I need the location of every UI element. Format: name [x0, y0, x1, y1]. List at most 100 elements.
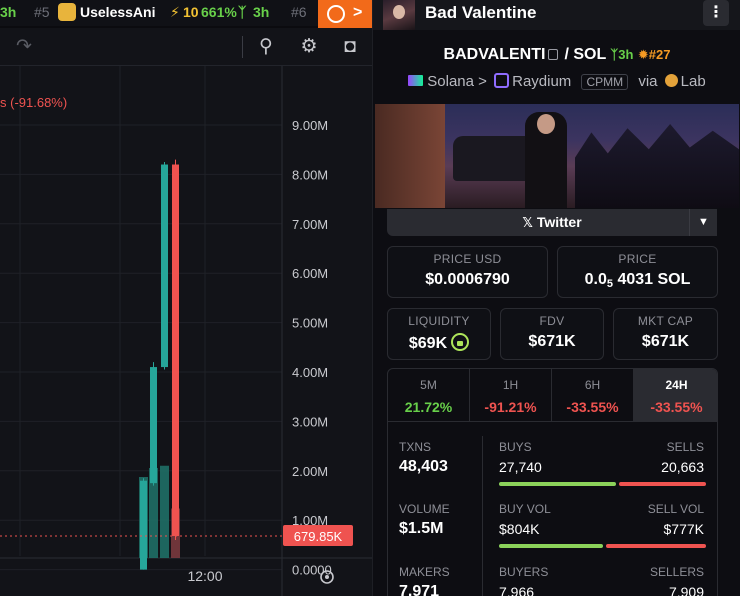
token-logo-icon [58, 3, 76, 21]
sells-bar [619, 482, 706, 486]
timeframe-tabs: 5M 21.72% 1H -91.21% 6H -33.55% 24H -33.… [387, 368, 718, 422]
dex-name[interactable]: Raydium [512, 73, 571, 90]
txns-value: 48,403 [399, 458, 448, 475]
candle-body [172, 164, 179, 537]
mcap-label: MKT CAP [637, 314, 694, 328]
y-tick-label: 2.00M [292, 464, 328, 479]
twitter-link-button[interactable]: 𝕏 Twitter [387, 209, 717, 236]
volume-bar [160, 465, 169, 558]
chart-legend-change: s (-91.68%) [0, 95, 68, 110]
sell-vol-bar [606, 544, 706, 548]
last-price-label: 679.85K [294, 529, 343, 544]
ticker-prev-age: 3h [0, 4, 17, 20]
y-tick-label: 7.00M [292, 217, 328, 232]
y-tick-label: 8.00M [292, 167, 328, 182]
via-label: via [638, 73, 658, 90]
redo-icon[interactable]: ↷ [12, 36, 36, 58]
fire-icon [327, 5, 345, 23]
candle-body [161, 164, 168, 368]
buy-vol-label: BUY VOL [499, 502, 551, 516]
y-tick-label: 4.00M [292, 365, 328, 380]
fire-icon: ✹ [637, 47, 649, 62]
makers-value: 7,971 [399, 583, 440, 596]
raydium-icon [494, 73, 510, 88]
buy-vol-bar [499, 544, 603, 548]
copy-icon[interactable] [548, 49, 559, 60]
volume-label: VOLUME [399, 502, 450, 516]
trade-stats: TXNS 48,403 BUYS 27,740 SELLS 20,663 VOL… [387, 422, 718, 596]
toolbar-divider [242, 36, 243, 58]
liquidity-value: $69K [388, 333, 490, 353]
lab-icon [664, 74, 678, 87]
ticker-next-rank: #6 [291, 4, 307, 20]
volume-value: $1.5M [399, 520, 444, 537]
more-menu-button[interactable]: ⋮ [703, 0, 729, 26]
candle-body [140, 480, 147, 570]
sell-vol-label: SELL VOL [647, 502, 704, 516]
settings-gear-icon[interactable]: ⚙ [297, 36, 321, 58]
ticker-token-name[interactable]: UselessAni [80, 4, 155, 20]
banner-barn [375, 104, 445, 208]
socials-dropdown-button[interactable]: ▼ [689, 209, 717, 236]
sellers-value: 7,909 [668, 584, 704, 596]
chevron-right-icon: > [353, 4, 363, 21]
chevron-down-icon: ▼ [698, 216, 709, 228]
trending-fire-button[interactable]: > [318, 0, 372, 29]
lightning-icon: ⚡ [170, 4, 180, 20]
mcap-value: $671K [641, 333, 690, 350]
sell-vol-value: $777K [663, 521, 704, 537]
price-chart[interactable]: ↷ ⚲ ⚙ ◘ 9.00M 8.00M 7.00M 6.00M 5.00M 4.00M 3.… [0, 28, 372, 596]
ticker-age: 3h [253, 4, 270, 20]
trending-ticker: 3h #5 UselessAni ⚡ 10 661% ᛉ 3h #6 [0, 0, 372, 26]
tab-6h[interactable]: 6H -33.55% [552, 369, 634, 421]
camera-icon[interactable]: ◘ [338, 36, 362, 58]
tab-24h[interactable]: 24H -33.55% [634, 369, 717, 421]
chevron-right-icon: > [478, 73, 487, 90]
quote-symbol: SOL [573, 46, 606, 63]
stats-divider [482, 436, 483, 596]
fdv-label: FDV [539, 314, 565, 328]
sprout-icon: ᛉ [238, 4, 247, 20]
buys-value: 27,740 [499, 459, 542, 475]
sells-value: 20,663 [661, 459, 704, 475]
y-tick-label: 9.00M [292, 118, 328, 133]
buyers-value: 7,966 [499, 584, 535, 596]
tab-1h[interactable]: 1H -91.21% [470, 369, 552, 421]
price-usd-box: PRICE USD $0.0006790 [387, 246, 548, 298]
pair-age: 3h [618, 47, 634, 62]
buys-label: BUYS [499, 440, 532, 454]
price-usd-label: PRICE USD [433, 252, 502, 266]
mcap-box: MKT CAP $671K [613, 308, 718, 360]
x-tick-label: 12:00 [187, 568, 222, 584]
price-sol-label: PRICE [618, 252, 657, 266]
tab-5m[interactable]: 5M 21.72% [388, 369, 470, 421]
chain-line: Solana > Raydium CPMM via Lab [373, 73, 740, 90]
pair-rank: #27 [648, 47, 671, 62]
price-usd-value: $0.0006790 [425, 271, 510, 288]
ticker-change: 661% [201, 4, 237, 20]
candle-body [150, 367, 157, 484]
token-title: Bad Valentine [425, 3, 537, 22]
pair-separator: / [564, 46, 569, 63]
token-banner-image [375, 104, 739, 208]
candlestick-plot[interactable]: 9.00M 8.00M 7.00M 6.00M 5.00M 4.00M 3.00M 2.00M… [0, 66, 372, 596]
indicator-icon[interactable]: ⚲ [254, 36, 278, 58]
buy-vol-value: $804K [499, 521, 540, 537]
fdv-box: FDV $671K [500, 308, 604, 360]
token-avatar [383, 0, 415, 30]
panel-header: Bad Valentine ⋮ [373, 0, 740, 30]
buys-bar [499, 482, 616, 486]
fdv-value: $671K [528, 333, 576, 350]
pair-line: BADVALENTI / SOL ᛉ3h ✹#27 [373, 46, 740, 64]
x-logo-icon: 𝕏 [522, 215, 533, 230]
lock-icon[interactable] [451, 333, 470, 351]
y-tick-label: 5.00M [292, 316, 328, 331]
twitter-label: Twitter [536, 214, 582, 230]
launchpad-name[interactable]: Lab [681, 73, 706, 90]
chain-name[interactable]: Solana [427, 73, 474, 90]
chart-toolbar: ↷ ⚲ ⚙ ◘ [0, 28, 372, 66]
liquidity-box: LIQUIDITY $69K [387, 308, 491, 360]
y-tick-label: 3.00M [292, 414, 328, 429]
solana-icon [408, 75, 424, 86]
chart-settings-icon-dot [325, 575, 329, 579]
